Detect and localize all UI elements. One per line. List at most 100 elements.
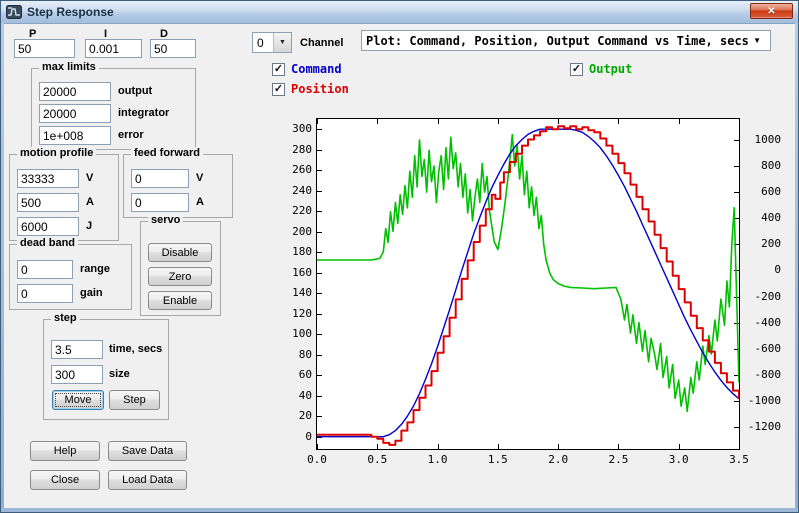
ff-velocity-label: V xyxy=(196,172,203,184)
tick-label: 220 xyxy=(267,204,312,217)
motion-profile-group: motion profile V A J xyxy=(9,154,119,241)
output-checkbox[interactable]: ✓ xyxy=(570,63,583,76)
titlebar[interactable]: Step Response ✕ xyxy=(1,1,798,24)
step-group: step time, secs size Move Step xyxy=(43,319,169,420)
x-axis-labels: 0.00.51.01.52.02.53.03.5 xyxy=(316,453,740,467)
chevron-down-icon: ▼ xyxy=(273,33,291,52)
ff-acceleration-input[interactable] xyxy=(131,193,189,212)
output-limit-input[interactable] xyxy=(39,82,111,101)
y-axis-right-labels: -1200-1000-800-600-400-20002004006008001… xyxy=(744,118,781,450)
d-input[interactable] xyxy=(150,39,196,58)
command-checkbox[interactable]: ✓ xyxy=(272,63,285,76)
ff-acceleration-label: A xyxy=(196,196,204,208)
chevron-down-icon: ▼ xyxy=(753,36,761,45)
tick-label: 1000 xyxy=(744,133,781,146)
command-checkbox-label[interactable]: Command xyxy=(291,62,342,76)
integrator-limit-input[interactable] xyxy=(39,104,111,123)
channel-select[interactable]: 0 ▼ xyxy=(252,32,292,53)
plot-select-value: Plot: Command, Position, Output Command … xyxy=(362,34,753,48)
series-command xyxy=(317,129,739,437)
output-checkbox-label[interactable]: Output xyxy=(589,62,632,76)
window-edge-right xyxy=(795,23,798,512)
integrator-limit-label: integrator xyxy=(118,107,169,119)
close-icon: ✕ xyxy=(767,6,775,17)
tick-label: 300 xyxy=(267,122,312,135)
tick-label: 1.5 xyxy=(478,453,518,466)
max-limits-group: max limits output integrator error xyxy=(31,68,196,150)
feed-forward-group: feed forward V A xyxy=(123,154,233,218)
tick-label: 0.0 xyxy=(297,453,337,466)
output-limit-label: output xyxy=(118,85,152,97)
tick-label: -800 xyxy=(744,368,781,381)
window-title: Step Response xyxy=(27,5,114,19)
jerk-label: J xyxy=(86,220,92,232)
zero-button[interactable]: Zero xyxy=(148,267,212,286)
velocity-label: V xyxy=(86,172,93,184)
ff-velocity-input[interactable] xyxy=(131,169,189,188)
feed-forward-title: feed forward xyxy=(131,147,203,159)
servo-title: servo xyxy=(148,214,183,226)
series-output xyxy=(317,135,739,412)
acceleration-input[interactable] xyxy=(17,193,79,212)
i-input[interactable] xyxy=(85,39,142,58)
close-dialog-button[interactable]: Close xyxy=(30,470,100,490)
step-response-window: Step Response ✕ P I D max limits output … xyxy=(0,0,799,513)
tick-label: 600 xyxy=(744,185,781,198)
dead-band-gain-input[interactable] xyxy=(17,284,73,303)
step-button[interactable]: Step xyxy=(109,390,160,410)
tick-label: 0.5 xyxy=(357,453,397,466)
plot-canvas xyxy=(317,119,739,449)
tick-label: 2.5 xyxy=(598,453,638,466)
tick-label: 800 xyxy=(744,159,781,172)
enable-button[interactable]: Enable xyxy=(148,291,212,310)
tick-label: 200 xyxy=(267,225,312,238)
tick-label: 180 xyxy=(267,245,312,258)
acceleration-label: A xyxy=(86,196,94,208)
save-data-button[interactable]: Save Data xyxy=(108,441,187,461)
step-time-input[interactable] xyxy=(51,340,103,359)
tick-label: 40 xyxy=(267,389,312,402)
load-data-button[interactable]: Load Data xyxy=(108,470,187,490)
dead-band-range-label: range xyxy=(80,263,110,275)
window-edge-left xyxy=(1,23,4,512)
jerk-input[interactable] xyxy=(17,217,79,236)
tick-label: -200 xyxy=(744,290,781,303)
tick-label: 0 xyxy=(267,430,312,443)
plot-select[interactable]: Plot: Command, Position, Output Command … xyxy=(361,30,771,51)
tick-label: 3.5 xyxy=(719,453,759,466)
check-icon: ✓ xyxy=(274,83,283,95)
velocity-input[interactable] xyxy=(17,169,79,188)
close-button[interactable]: ✕ xyxy=(750,3,793,19)
tick-label: 20 xyxy=(267,409,312,422)
p-input[interactable] xyxy=(14,39,75,58)
tick-label: 140 xyxy=(267,286,312,299)
step-size-input[interactable] xyxy=(51,365,103,384)
max-limits-title: max limits xyxy=(39,61,99,73)
channel-label: Channel xyxy=(300,37,343,49)
tick-label: 160 xyxy=(267,266,312,279)
tick-label: -1000 xyxy=(744,394,781,407)
disable-button[interactable]: Disable xyxy=(148,243,212,262)
position-checkbox-label[interactable]: Position xyxy=(291,82,349,96)
tick-label: -1200 xyxy=(744,420,781,433)
tick-label: 200 xyxy=(744,237,781,250)
tick-label: 3.0 xyxy=(659,453,699,466)
step-title: step xyxy=(51,312,80,324)
channel-value: 0 xyxy=(253,36,273,50)
tick-label: 260 xyxy=(267,163,312,176)
check-icon: ✓ xyxy=(572,63,581,75)
window-edge-bottom xyxy=(1,508,798,512)
servo-group: servo Disable Zero Enable xyxy=(140,221,221,316)
dead-band-range-input[interactable] xyxy=(17,260,73,279)
tick-label: 280 xyxy=(267,143,312,156)
step-time-label: time, secs xyxy=(109,343,162,355)
move-button[interactable]: Move xyxy=(52,390,104,410)
tick-label: 1.0 xyxy=(418,453,458,466)
tick-label: -400 xyxy=(744,316,781,329)
tick-label: -600 xyxy=(744,342,781,355)
tick-label: 60 xyxy=(267,368,312,381)
tick-label: 100 xyxy=(267,327,312,340)
error-limit-input[interactable] xyxy=(39,126,111,145)
help-button[interactable]: Help xyxy=(30,441,100,461)
position-checkbox[interactable]: ✓ xyxy=(272,83,285,96)
